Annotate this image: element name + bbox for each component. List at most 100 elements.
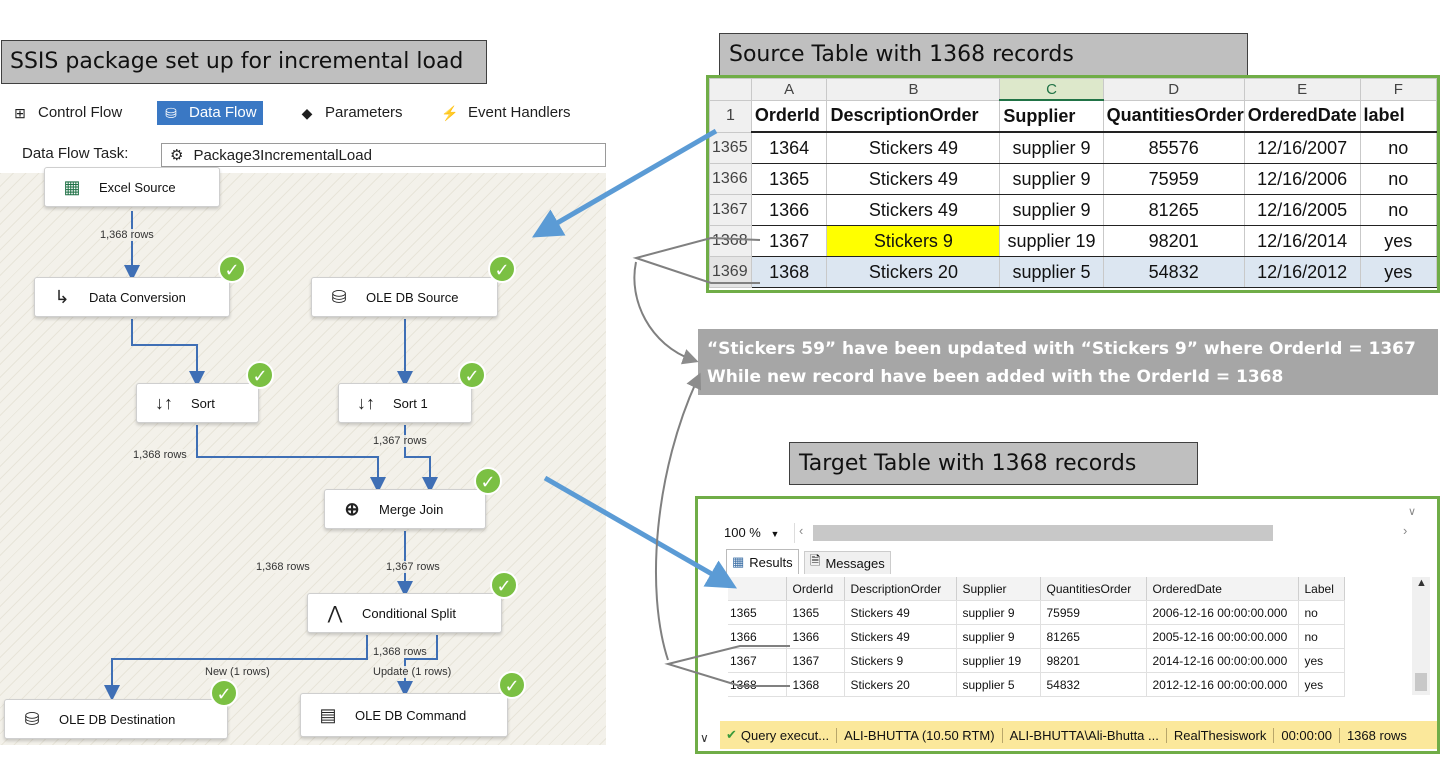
conditional-split-node[interactable]: ⋀ Conditional Split [307,593,502,633]
cell[interactable]: 2014-12-16 00:00:00.000 [1146,648,1299,673]
cell[interactable]: no [1298,624,1345,649]
cell[interactable]: 81265 [1102,194,1245,226]
data-flow-task-select[interactable]: ⚙ Package3IncrementalLoad [161,143,606,167]
column-letter[interactable]: A [750,78,828,101]
cell[interactable]: 1365 [786,600,845,625]
header-cell[interactable]: DescriptionOrder [826,99,1001,133]
cell[interactable]: 1365 [750,163,828,195]
column-header[interactable]: QuantitiesOrder [1040,577,1147,601]
column-header[interactable]: OrderedDate [1146,577,1299,601]
scrollbar-thumb[interactable] [813,525,1273,541]
row-number[interactable]: 1367 [709,194,752,226]
cell[interactable]: 1364 [750,131,828,164]
tab-event-handlers[interactable]: ⚡ Event Handlers [436,101,577,125]
cell[interactable]: supplier 19 [999,225,1104,257]
cell[interactable]: 75959 [1102,163,1245,195]
cell[interactable]: no [1298,600,1345,625]
cell[interactable]: supplier 9 [999,131,1104,164]
row-number[interactable]: 1366 [728,624,787,649]
column-header[interactable]: Label [1298,577,1345,601]
cell[interactable]: 12/16/2012 [1243,256,1361,288]
sort1-node[interactable]: ↓↑ Sort 1 [338,383,472,423]
oledb-command-node[interactable]: ▤ OLE DB Command [300,693,508,737]
chevron-up-icon[interactable]: ▲ [1416,577,1427,589]
data-flow-canvas[interactable]: ▦ Excel Source 1,368 rows ↳ Data Convers… [0,167,606,745]
row-header-corner[interactable] [728,577,787,601]
cell[interactable]: 12/16/2006 [1243,163,1361,195]
chevron-right-icon[interactable]: › [1403,523,1407,538]
cell[interactable]: Stickers 49 [844,624,957,649]
cell[interactable]: Stickers 49 [826,194,1001,226]
cell[interactable]: 75959 [1040,600,1147,625]
horizontal-scrollbar-top[interactable]: ‹ [794,523,1281,543]
vertical-scrollbar[interactable]: ▲ [1412,577,1430,695]
cell[interactable]: supplier 5 [956,672,1041,697]
column-letter[interactable]: B [826,78,1001,101]
cell[interactable]: Stickers 49 [826,163,1001,195]
select-all-corner[interactable] [709,78,752,101]
cell[interactable]: supplier 19 [956,648,1041,673]
cell[interactable]: no [1359,194,1437,226]
cell[interactable]: Stickers 49 [844,600,957,625]
header-cell[interactable]: label [1359,99,1437,133]
data-conversion-node[interactable]: ↳ Data Conversion [34,277,230,317]
oledb-destination-node[interactable]: ⛁ OLE DB Destination [4,699,228,739]
highlighted-cell[interactable]: Stickers 9 [826,225,1001,257]
cell[interactable]: Stickers 49 [826,131,1001,164]
column-letter[interactable]: E [1243,78,1361,101]
column-letter[interactable]: F [1359,78,1437,101]
column-letter-selected[interactable]: C [999,78,1104,101]
cell[interactable]: Stickers 20 [826,256,1001,288]
tab-data-flow[interactable]: ⛁ Data Flow [157,101,263,125]
row-number[interactable]: 1366 [709,163,752,195]
row-number[interactable]: 1368 [709,225,752,257]
row-number[interactable]: 1369 [709,256,752,288]
cell[interactable]: 1367 [750,225,828,257]
chevron-down-icon[interactable]: ∨ [1408,505,1416,518]
cell[interactable]: supplier 9 [999,194,1104,226]
sort-node[interactable]: ↓↑ Sort [136,383,259,423]
tab-messages[interactable]: 🗎 Messages [804,551,891,574]
cell[interactable]: Stickers 20 [844,672,957,697]
cell[interactable]: 12/16/2014 [1243,225,1361,257]
cell[interactable]: 85576 [1102,131,1245,164]
cell[interactable]: 1368 [750,256,828,288]
cell[interactable]: no [1359,163,1437,195]
zoom-control[interactable]: 100 % ▼ [724,523,786,543]
cell[interactable]: 2005-12-16 00:00:00.000 [1146,624,1299,649]
cell[interactable]: yes [1359,256,1437,288]
row-number[interactable]: 1368 [728,672,787,697]
cell[interactable]: 1367 [786,648,845,673]
cell[interactable]: yes [1298,648,1345,673]
cell[interactable]: supplier 9 [956,600,1041,625]
cell[interactable]: 98201 [1040,648,1147,673]
cell[interactable]: 81265 [1040,624,1147,649]
excel-source-node[interactable]: ▦ Excel Source [44,167,220,207]
cell[interactable]: supplier 5 [999,256,1104,288]
header-cell[interactable]: QuantitiesOrder [1102,99,1245,133]
header-cell[interactable]: OrderedDate [1243,99,1361,133]
cell[interactable]: 1366 [786,624,845,649]
cell[interactable]: Stickers 9 [844,648,957,673]
cell[interactable]: 1368 [786,672,845,697]
cell[interactable]: supplier 9 [956,624,1041,649]
cell[interactable]: yes [1298,672,1345,697]
scrollbar-thumb[interactable] [1415,673,1427,691]
cell[interactable]: 54832 [1040,672,1147,697]
chevron-left-icon[interactable]: ‹ [799,523,803,538]
cell[interactable]: 2012-12-16 00:00:00.000 [1146,672,1299,697]
cell[interactable]: supplier 9 [999,163,1104,195]
row-number[interactable]: 1 [709,99,752,133]
row-number[interactable]: 1365 [709,131,752,164]
row-number[interactable]: 1365 [728,600,787,625]
column-header[interactable]: DescriptionOrder [844,577,957,601]
cell[interactable]: yes [1359,225,1437,257]
header-cell[interactable]: Supplier [999,99,1104,133]
cell[interactable]: 54832 [1102,256,1245,288]
column-header[interactable]: OrderId [786,577,845,601]
tab-control-flow[interactable]: ⊞ Control Flow [6,101,128,125]
cell[interactable]: 12/16/2007 [1243,131,1361,164]
cell[interactable]: 98201 [1102,225,1245,257]
column-letter[interactable]: D [1102,78,1245,101]
column-header[interactable]: Supplier [956,577,1041,601]
